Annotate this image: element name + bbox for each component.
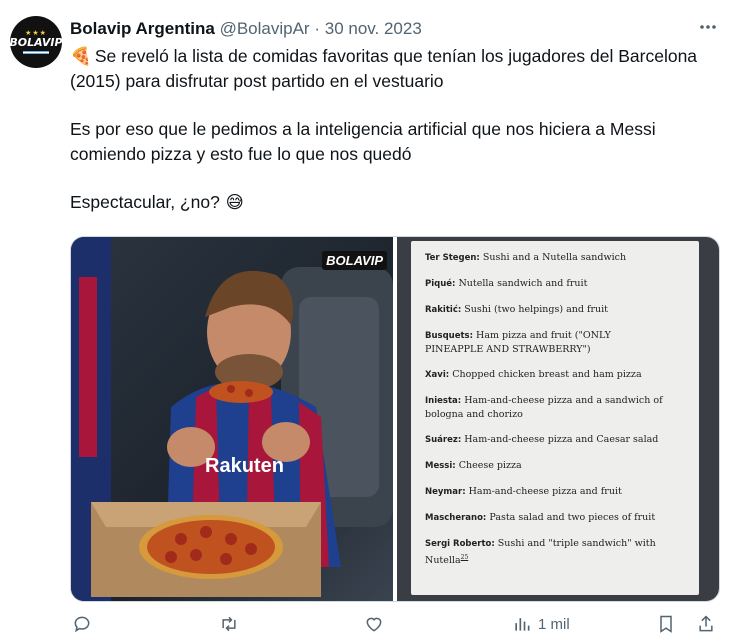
menu-item-name: Mascherano: [425,513,487,523]
menu-list-photo[interactable]: Ter Stegen: Sushi and a Nutella sandwich… [397,237,719,601]
bookmark-button[interactable] [656,614,676,634]
tweet-header: Bolavip Argentina @BolavipAr · 30 nov. 2… [70,18,422,40]
menu-item-food: Ham-and-cheese pizza and Caesar salad [464,434,659,445]
action-bar: 1 mil [70,614,720,640]
menu-item-name: Suárez: [425,435,462,445]
tweet-text-line-2: Es por eso que le pedimos a la inteligen… [70,119,656,164]
menu-item: Iniesta: Ham-and-cheese pizza and a sand… [425,394,665,421]
shirt-sponsor: Rakuten [205,455,284,477]
retweet-icon [222,616,236,632]
menu-item-name: Sergi Roberto: [425,539,495,549]
avatar-logo: BOLAVIP [9,36,63,49]
more-icon[interactable] [698,17,718,42]
menu-item-name: Busquets: [425,331,474,341]
menu-item-food: Pasta salad and two pieces of fruit [489,512,656,523]
menu-item-name: Rakitić: [425,305,462,315]
like-icon [366,617,382,632]
menu-footnote: 25 [460,554,469,561]
menu-item-food: Ham-and-cheese pizza and a sandwich of b… [425,395,663,420]
menu-list: Ter Stegen: Sushi and a Nutella sandwich… [425,251,665,579]
menu-item-name: Iniesta: [425,396,462,406]
like-button[interactable] [364,614,384,634]
bookmark-icon [660,615,672,633]
menu-item: Neymar: Ham-and-cheese pizza and fruit [425,485,665,499]
menu-item: Xavi: Chopped chicken breast and ham piz… [425,368,665,382]
menu-item: Ter Stegen: Sushi and a Nutella sandwich [425,251,665,265]
sweat-smile-emoji: 😅 [225,192,244,212]
menu-item-name: Ter Stegen: [425,253,480,263]
tweet-text-line-1: Se reveló la lista de comidas favoritas … [70,46,698,91]
menu-item: Messi: Cheese pizza [425,459,665,473]
avatar[interactable]: ★★★ BOLAVIP [9,16,63,68]
menu-item: Suárez: Ham-and-cheese pizza and Caesar … [425,433,665,447]
menu-item-food: Cheese pizza [458,460,522,471]
views-count: 1 mil [538,615,570,633]
author-handle[interactable]: @BolavipAr [220,19,310,38]
menu-item-name: Neymar: [425,487,466,497]
menu-item-name: Xavi: [425,370,450,380]
tweet-paragraph-3: Espectacular, ¿no? 😅 [70,190,715,215]
messi-pizza-photo[interactable]: BOLAVIP Rakuten [71,237,393,601]
reply-button[interactable] [72,614,92,634]
menu-item-name: Messi: [425,461,456,471]
messi-illustration [71,237,393,601]
menu-item-name: Piqué: [425,279,456,289]
more-icon-glyph [700,25,716,29]
menu-item-food: Ham-and-cheese pizza and fruit [468,486,622,497]
reply-icon [74,616,90,633]
retweet-button[interactable] [218,614,240,634]
menu-item: Rakitić: Sushi (two helpings) and fruit [425,303,665,317]
menu-item-food: Nutella sandwich and fruit [458,278,588,289]
menu-item-food: Chopped chicken breast and ham pizza [452,369,642,380]
views-icon [515,618,530,631]
menu-item: Busquets: Ham pizza and fruit ("ONLY PIN… [425,329,665,356]
menu-item-food: Sushi and a Nutella sandwich [482,252,627,263]
tweet-paragraph-1: 🍕 Se reveló la lista de comidas favorita… [70,44,715,93]
bolavip-watermark: BOLAVIP [322,251,387,270]
tweet-paragraph-2: Es por eso que le pedimos a la inteligen… [70,117,715,166]
menu-item-food: Sushi (two helpings) and fruit [464,304,608,315]
author-name[interactable]: Bolavip Argentina [70,19,215,38]
pizza-emoji: 🍕 [70,46,92,66]
menu-item: Mascherano: Pasta salad and two pieces o… [425,511,665,525]
menu-item: Sergi Roberto: Sushi and "triple sandwic… [425,537,665,567]
tweet-date[interactable]: 30 nov. 2023 [325,19,422,38]
avatar-flag [23,51,49,54]
share-button[interactable] [696,614,716,634]
tweet-text-line-3: Espectacular, ¿no? [70,192,220,212]
menu-item: Piqué: Nutella sandwich and fruit [425,277,665,291]
media-grid: BOLAVIP Rakuten Ter Stegen: Sushi and a … [70,236,720,602]
share-icon [699,615,713,632]
views-button[interactable]: 1 mil [512,614,570,634]
tweet-text: 🍕 Se reveló la lista de comidas favorita… [70,44,715,215]
separator: · [314,19,320,38]
